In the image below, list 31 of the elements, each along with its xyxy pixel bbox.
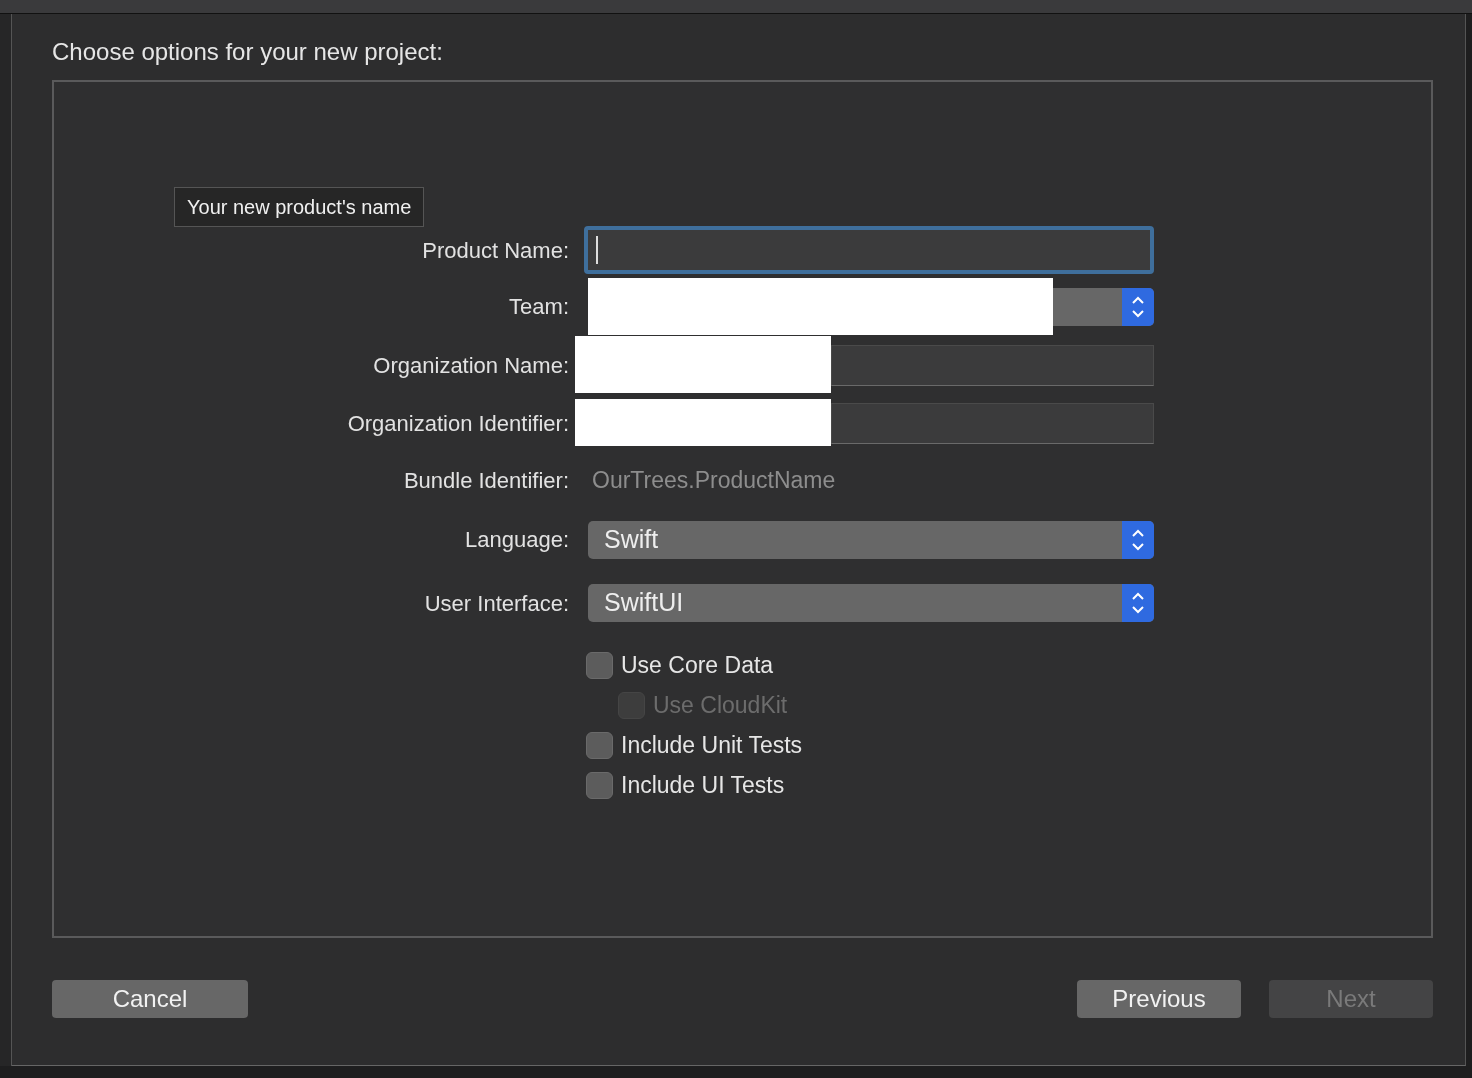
field-label: Organization Name: — [372, 352, 569, 380]
field-label: Organization Identifier: — [346, 410, 569, 438]
popup-button[interactable]: Swift — [588, 520, 1154, 559]
field-label: Language: — [464, 526, 569, 554]
checkbox[interactable] — [586, 771, 613, 799]
tooltip: Your new product's name — [174, 187, 425, 227]
popup-button[interactable]: SwiftUI — [588, 584, 1154, 622]
field-label: Bundle Identifier: — [402, 466, 569, 495]
dialog-button[interactable]: Previous — [1077, 980, 1241, 1018]
checkbox-option[interactable]: Include Unit Tests — [586, 725, 1431, 765]
dialog-title: Choose options for your new project: — [52, 38, 444, 66]
text-field[interactable] — [831, 345, 1154, 386]
stepper-arrows-icon — [1122, 584, 1154, 622]
text-field[interactable] — [831, 403, 1154, 444]
stepper-arrows-icon — [1122, 520, 1154, 559]
dialog-button[interactable]: Cancel — [52, 980, 248, 1018]
popup-button[interactable] — [1053, 287, 1154, 326]
popup-value: Swift — [604, 523, 659, 555]
field-label: User Interface: — [423, 589, 569, 618]
checkbox-option: Use CloudKit — [618, 685, 1431, 725]
checkbox[interactable] — [586, 651, 613, 679]
field-label: Product Name: — [421, 236, 569, 265]
checkbox-option[interactable]: Use Core Data — [586, 645, 1431, 685]
bundle-identifier-value: OurTrees.ProductName — [591, 465, 836, 495]
text-field[interactable] — [584, 226, 1154, 274]
popup-value: SwiftUI — [604, 587, 684, 619]
checkbox-option[interactable]: Include UI Tests — [586, 765, 1431, 805]
checkbox[interactable] — [586, 731, 613, 759]
field-label: Team: — [508, 293, 569, 321]
text-cursor — [596, 236, 598, 264]
stepper-arrows-icon — [1122, 287, 1154, 326]
